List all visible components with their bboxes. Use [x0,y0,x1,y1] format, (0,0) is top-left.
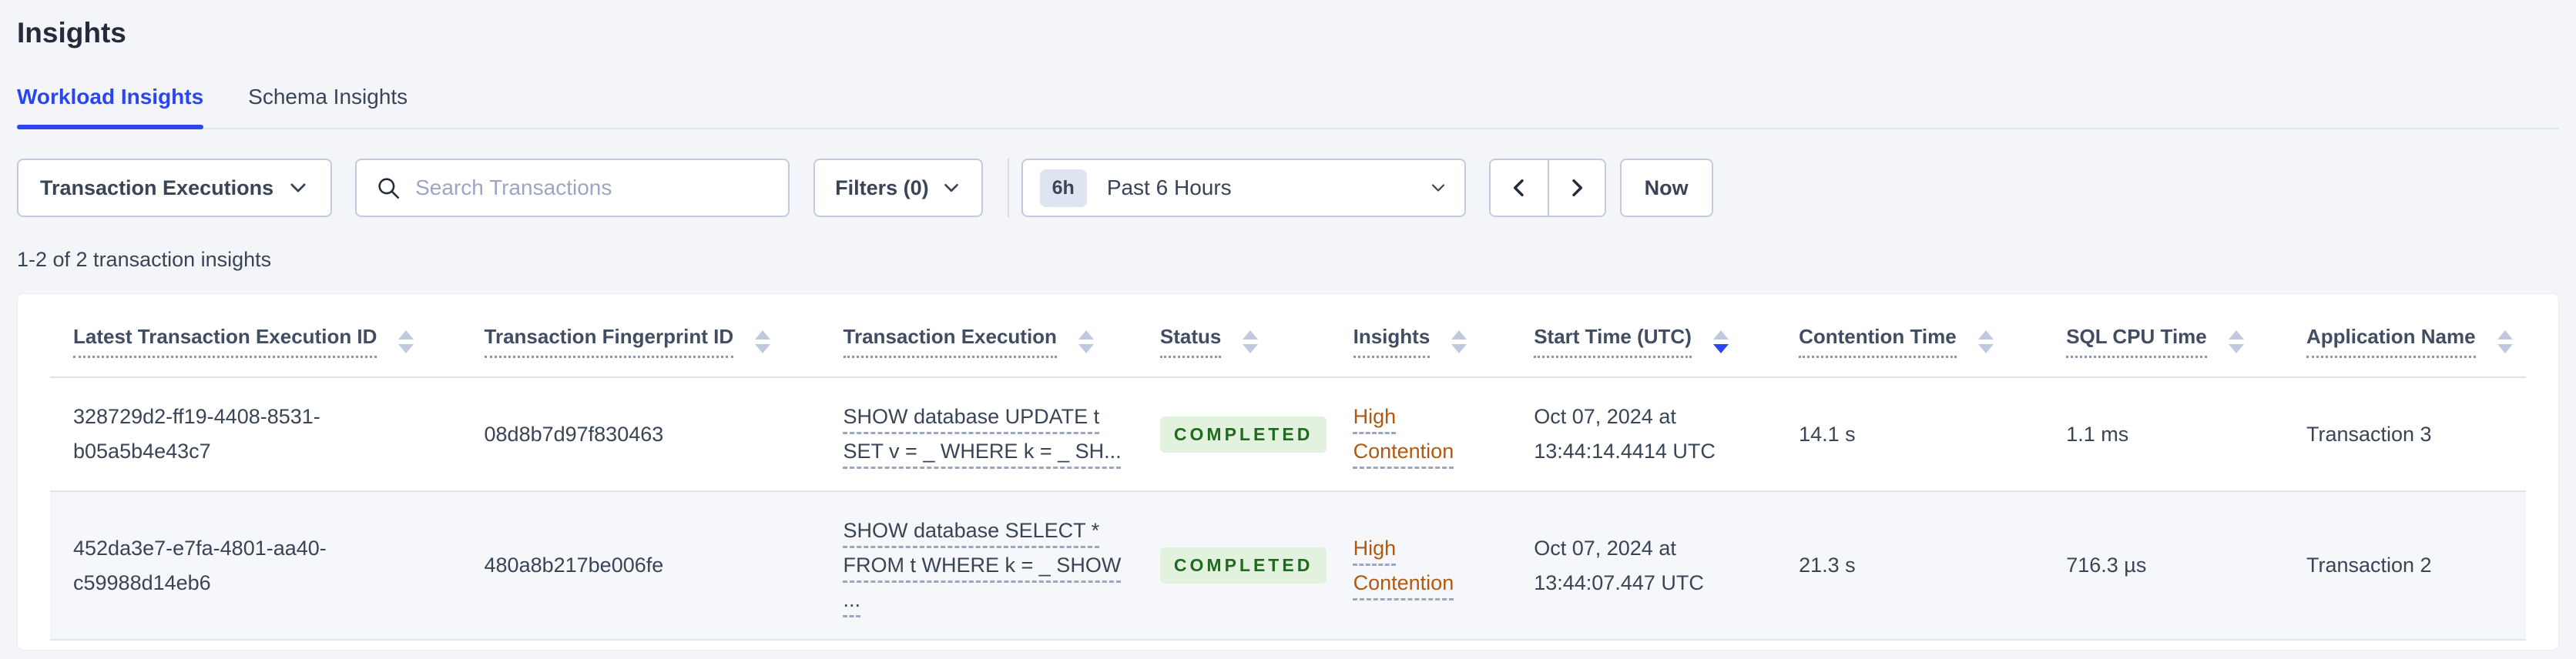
time-range-badge: 6h [1039,169,1087,207]
cell-fingerprint-id: 08d8b7d97f830463 [461,377,820,492]
cell-start-time: Oct 07, 2024 at 13:44:07.447 UTC [1511,491,1776,641]
cell-sql-cpu-time: 1.1 ms [2043,377,2283,492]
column-header-transaction-fingerprint-id[interactable]: Transaction Fingerprint ID [461,294,820,378]
column-header-status[interactable]: Status [1136,294,1330,378]
table-row: 328729d2-ff19-4408-8531- b05a5b4e43c7 08… [50,377,2526,492]
time-range-picker[interactable]: 6h Past 6 Hours [1021,159,1466,217]
cell-status: COMPLETED [1136,377,1330,492]
search-input[interactable] [415,176,770,200]
prev-time-button[interactable] [1490,160,1548,216]
sort-icon [398,330,414,353]
insights-table: Latest Transaction Execution ID Transact… [50,294,2526,641]
cell-insights: High Contention [1330,377,1511,492]
insight-link[interactable]: High Contention [1353,537,1454,594]
cell-insights: High Contention [1330,491,1511,641]
next-time-button[interactable] [1547,160,1605,216]
cell-transaction-execution: SHOW database SELECT * FROM t WHERE k = … [820,491,1137,641]
sort-icon [1243,330,1259,353]
insights-page: Insights Workload Insights Schema Insigh… [0,0,2576,651]
sort-icon [1451,330,1467,353]
cell-execution-id: 452da3e7-e7fa-4801-aa40- c59988d14eb6 [50,491,461,641]
tab-workload-insights[interactable]: Workload Insights [17,85,204,129]
insights-table-card: Latest Transaction Execution ID Transact… [17,293,2559,651]
chevron-right-icon [1565,176,1589,200]
tab-schema-insights[interactable]: Schema Insights [248,85,408,128]
sort-icon [1977,330,1994,353]
cell-transaction-execution: SHOW database UPDATE t SET v = _ WHERE k… [820,377,1137,492]
column-header-contention-time[interactable]: Contention Time [1776,294,2044,378]
insight-link[interactable]: High Contention [1353,405,1454,463]
transaction-type-dropdown-label: Transaction Executions [40,176,274,199]
sort-icon [2228,330,2244,353]
chevron-down-icon [941,178,961,198]
time-range-label: Past 6 Hours [1106,176,1232,199]
chevron-down-icon [287,177,309,199]
transaction-type-dropdown[interactable]: Transaction Executions [17,159,333,217]
cell-contention-time: 21.3 s [1776,491,2044,641]
filters-button-label: Filters (0) [835,176,929,199]
cell-execution-id: 328729d2-ff19-4408-8531- b05a5b4e43c7 [50,377,461,492]
status-badge: COMPLETED [1159,416,1327,453]
cell-fingerprint-id: 480a8b217be006fe [461,491,820,641]
search-box[interactable] [355,159,790,217]
page-title: Insights [17,17,126,49]
time-nav-group [1488,159,1606,217]
chevron-down-icon [1429,179,1447,197]
toolbar: Transaction Executions Filters (0) 6h Pa… [17,159,2559,217]
now-button[interactable]: Now [1619,159,1713,217]
column-header-insights[interactable]: Insights [1330,294,1511,378]
transaction-execution-link[interactable]: SHOW database UPDATE t SET v = _ WHERE k… [844,405,1122,463]
search-icon [375,175,401,201]
cell-application-name: Transaction 2 [2283,491,2526,641]
table-row: 452da3e7-e7fa-4801-aa40- c59988d14eb6 48… [50,491,2526,641]
sort-icon-active-desc [1712,330,1729,353]
status-badge: COMPLETED [1159,547,1327,584]
column-header-latest-transaction-execution-id[interactable]: Latest Transaction Execution ID [50,294,461,378]
now-button-label: Now [1644,176,1689,199]
column-header-application-name[interactable]: Application Name [2283,294,2526,378]
sort-icon [2497,330,2513,353]
cell-start-time: Oct 07, 2024 at 13:44:14.4414 UTC [1511,377,1776,492]
cell-application-name: Transaction 3 [2283,377,2526,492]
toolbar-divider [1007,159,1009,217]
column-header-transaction-execution[interactable]: Transaction Execution [820,294,1137,378]
cell-sql-cpu-time: 716.3 µs [2043,491,2283,641]
sort-icon [755,330,771,353]
column-header-sql-cpu-time[interactable]: SQL CPU Time [2043,294,2283,378]
results-summary: 1-2 of 2 transaction insights [17,248,272,271]
chevron-left-icon [1507,176,1531,200]
sort-icon [1078,330,1094,353]
table-header-row: Latest Transaction Execution ID Transact… [50,294,2526,378]
tab-bar: Workload Insights Schema Insights [17,85,2559,129]
cell-contention-time: 14.1 s [1776,377,2044,492]
transaction-execution-link[interactable]: SHOW database SELECT * FROM t WHERE k = … [844,519,1122,611]
filters-button[interactable]: Filters (0) [813,159,983,217]
column-header-start-time[interactable]: Start Time (UTC) [1511,294,1776,378]
cell-status: COMPLETED [1136,491,1330,641]
